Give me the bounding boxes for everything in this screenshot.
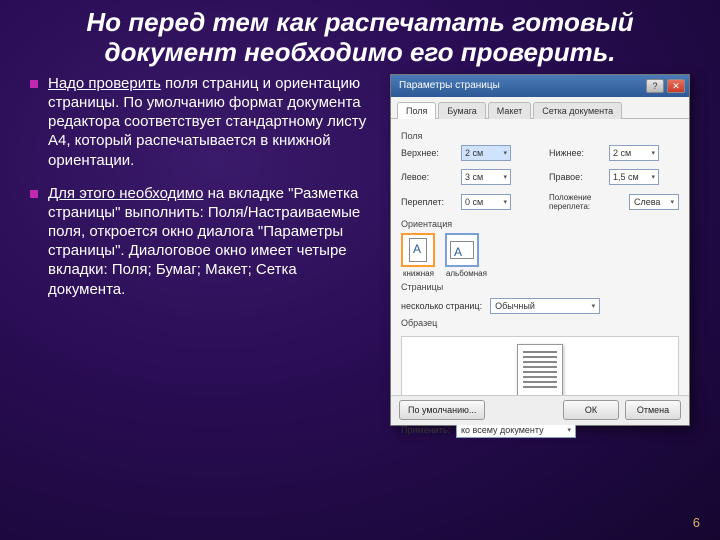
label-apply: Применить: — [401, 425, 450, 435]
slide-title: Но перед тем как распечатать готовый док… — [0, 0, 720, 74]
orientation-portrait[interactable]: A — [401, 233, 435, 267]
spin-top[interactable]: 2 см — [461, 145, 511, 161]
label-gutter-pos: Положение переплета: — [549, 193, 623, 211]
page-setup-dialog: lessons-tva.info Параметры страницы ? ✕ … — [390, 74, 690, 426]
dialog-title: Параметры страницы — [399, 80, 500, 91]
dialog-footer: По умолчанию... ОК Отмена — [391, 395, 689, 425]
orientation-portrait-label: книжная — [403, 269, 434, 278]
ok-button[interactable]: ОК — [563, 400, 619, 420]
list-item: Для этого необходимо на вкладке "Разметк… — [30, 184, 374, 299]
help-button[interactable]: ? — [646, 79, 664, 93]
orientation-landscape-label: альбомная — [446, 269, 487, 278]
label-multiple-pages: несколько страниц: — [401, 301, 482, 311]
cancel-button[interactable]: Отмена — [625, 400, 681, 420]
group-label-margins: Поля — [401, 131, 679, 141]
label-right: Правое: — [549, 172, 603, 182]
dialog-titlebar: Параметры страницы ? ✕ — [391, 75, 689, 97]
dialog-tabs: Поля Бумага Макет Сетка документа — [391, 97, 689, 119]
close-button[interactable]: ✕ — [667, 79, 685, 93]
bullet-icon — [30, 190, 38, 198]
combo-gutter-pos[interactable]: Слева — [629, 194, 679, 210]
group-label-orientation: Ориентация — [401, 219, 679, 229]
bullet-lead: Для этого необходимо — [48, 185, 203, 202]
label-gutter: Переплет: — [401, 197, 455, 207]
page-number: 6 — [693, 515, 700, 530]
bullet-lead: Надо проверить — [48, 75, 161, 92]
tab-grid[interactable]: Сетка документа — [533, 102, 622, 119]
spin-right[interactable]: 1,5 см — [609, 169, 659, 185]
default-button[interactable]: По умолчанию... — [399, 400, 485, 420]
orientation-landscape[interactable]: A — [445, 233, 479, 267]
group-label-pages: Страницы — [401, 282, 679, 292]
label-bottom: Нижнее: — [549, 148, 603, 158]
text-column: Надо проверить поля страниц и ориентацию… — [30, 74, 390, 426]
tab-layout[interactable]: Макет — [488, 102, 531, 119]
spin-gutter[interactable]: 0 см — [461, 194, 511, 210]
label-left: Левое: — [401, 172, 455, 182]
dialog-body: Поля Верхнее: 2 см Нижнее: 2 см Левое: 3… — [391, 119, 689, 399]
group-label-preview: Образец — [401, 318, 679, 328]
label-top: Верхнее: — [401, 148, 455, 158]
tab-fields[interactable]: Поля — [397, 102, 436, 119]
tab-paper[interactable]: Бумага — [438, 102, 485, 119]
bullet-icon — [30, 80, 38, 88]
list-item: Надо проверить поля страниц и ориентацию… — [30, 74, 374, 170]
combo-multiple-pages[interactable]: Обычный — [490, 298, 600, 314]
content-area: Надо проверить поля страниц и ориентацию… — [0, 74, 720, 426]
spin-left[interactable]: 3 см — [461, 169, 511, 185]
spin-bottom[interactable]: 2 см — [609, 145, 659, 161]
